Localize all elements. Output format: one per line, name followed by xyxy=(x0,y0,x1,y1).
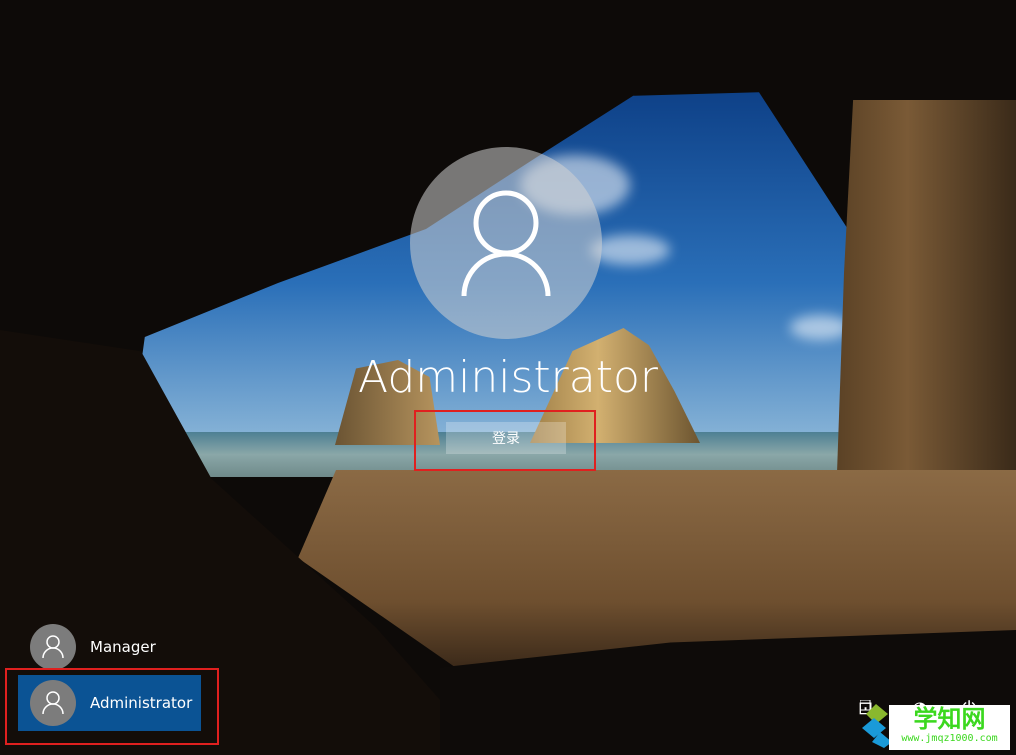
user-name: Manager xyxy=(90,638,156,656)
user-tile-manager[interactable]: Manager xyxy=(18,619,201,675)
user-icon xyxy=(30,624,76,670)
watermark-logo-icon xyxy=(860,700,892,748)
watermark: 学知网 www.jmqz1000.com xyxy=(889,705,1010,750)
user-icon xyxy=(456,188,556,298)
user-avatar xyxy=(410,147,602,339)
highlight-sign-in xyxy=(414,410,596,471)
highlight-administrator xyxy=(5,668,219,745)
username: Administrator xyxy=(0,352,1016,403)
